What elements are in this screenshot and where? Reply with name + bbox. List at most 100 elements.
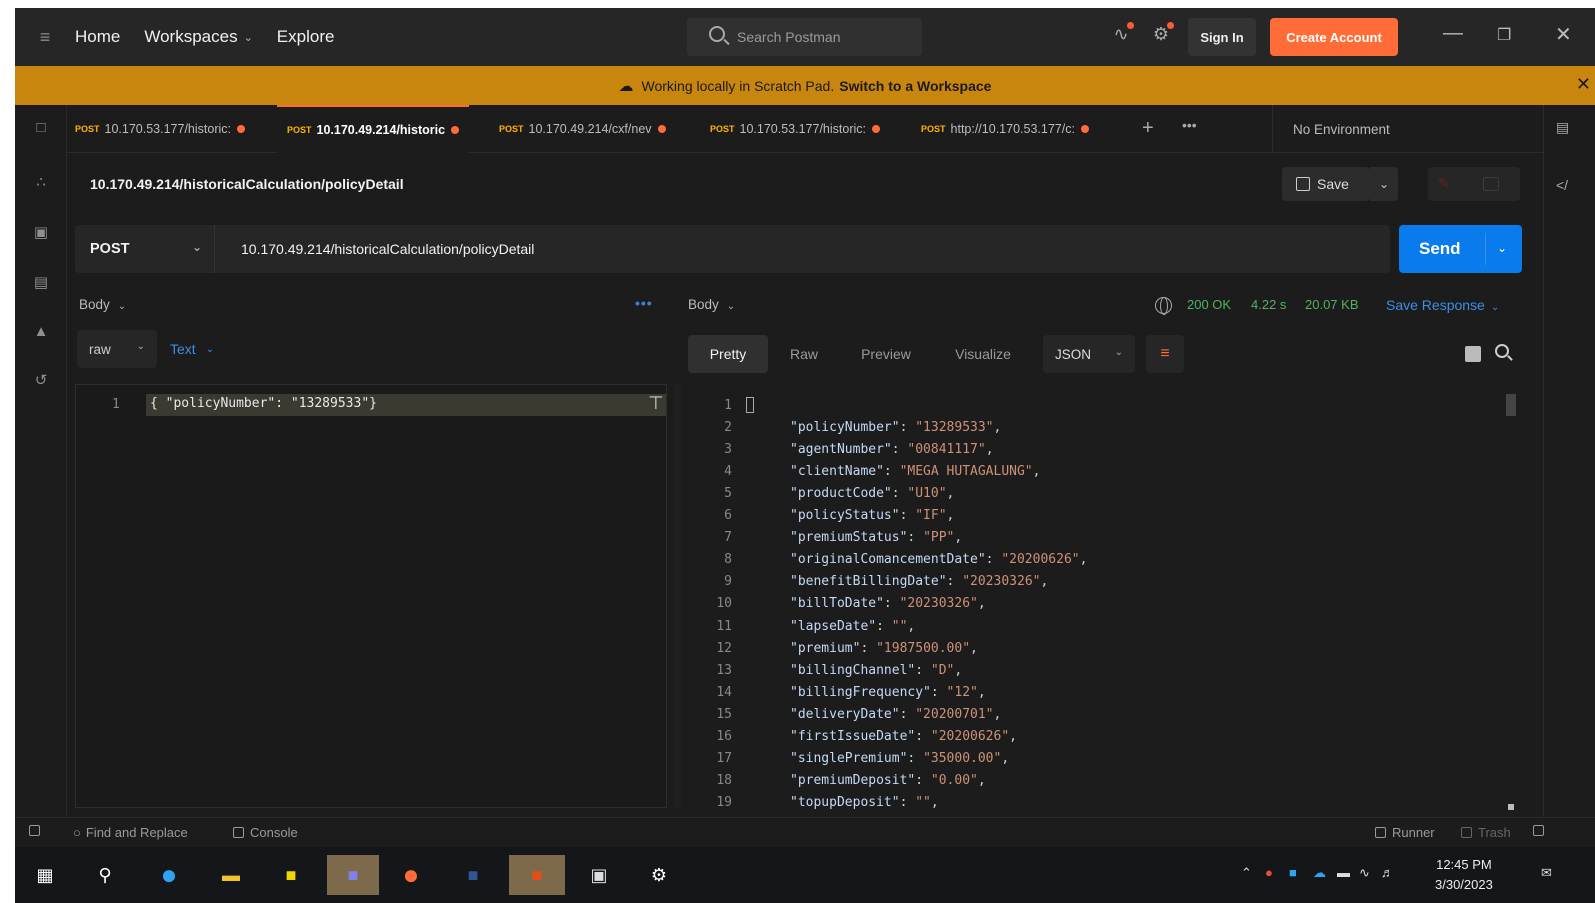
tray-app-icon[interactable]: ● bbox=[1265, 865, 1273, 880]
more-options-icon[interactable]: ••• bbox=[635, 295, 653, 311]
close-icon[interactable]: ✕ bbox=[1555, 22, 1572, 47]
layout-icon[interactable] bbox=[1533, 825, 1550, 836]
taskbar-clock[interactable]: 12:45 PM 3/30/2023 bbox=[1435, 855, 1493, 895]
new-tab-plus-icon[interactable]: + bbox=[1142, 117, 1154, 140]
json-value: "20200701" bbox=[915, 706, 994, 722]
banner-close-icon[interactable]: ✕ bbox=[1576, 74, 1591, 95]
environment-quicklook-icon[interactable]: ▤ bbox=[1556, 119, 1569, 136]
send-button[interactable]: Send ⌄ bbox=[1399, 225, 1522, 273]
left-scrollbar[interactable] bbox=[673, 384, 681, 808]
notifications-icon[interactable]: ✉ bbox=[1541, 865, 1552, 881]
json-value: "PP" bbox=[923, 530, 955, 546]
send-options-chevron-icon[interactable]: ⌄ bbox=[1497, 241, 1507, 255]
wifi-icon[interactable]: ∿ bbox=[1359, 865, 1370, 881]
request-tab[interactable]: POST http://10.170.53.177/c: bbox=[921, 105, 1089, 153]
satellite-icon[interactable]: ∿ bbox=[1108, 22, 1134, 50]
minimize-icon[interactable]: — bbox=[1443, 22, 1463, 45]
tab-visualize[interactable]: Visualize bbox=[938, 335, 1028, 373]
monitors-icon[interactable]: ▲ bbox=[31, 323, 51, 343]
apis-icon[interactable]: ∴ bbox=[31, 173, 51, 193]
search-placeholder: Search Postman bbox=[737, 29, 841, 45]
nav-explore[interactable]: Explore bbox=[277, 27, 335, 47]
find-replace-button[interactable]: ○ Find and Replace bbox=[73, 825, 188, 840]
search-icon[interactable] bbox=[1495, 344, 1509, 358]
office-icon[interactable]: ■ bbox=[509, 855, 565, 895]
nav-workspaces[interactable]: Workspaces ⌄ bbox=[144, 27, 252, 47]
line-number: 8 bbox=[724, 552, 732, 568]
save-button[interactable]: Save bbox=[1282, 167, 1370, 201]
mock-servers-icon[interactable]: ▤ bbox=[31, 273, 51, 293]
save-options-chevron-icon[interactable]: ⌄ bbox=[1370, 167, 1398, 201]
windows-start-icon[interactable]: ▦ bbox=[25, 855, 65, 895]
request-body-code[interactable]: { "policyNumber": "13289533"} bbox=[146, 394, 666, 416]
menu-icon[interactable]: ≡ bbox=[15, 27, 75, 48]
cloud-off-icon: ☁ bbox=[618, 77, 634, 95]
restore-icon[interactable]: ❐ bbox=[1497, 25, 1511, 45]
teams-icon[interactable]: ■ bbox=[327, 855, 379, 895]
body-type-select[interactable]: raw ⌄ bbox=[77, 330, 157, 368]
response-line: 15 "deliveryDate": "20200701", bbox=[688, 703, 1488, 725]
volume-icon[interactable]: ♬ bbox=[1381, 865, 1394, 880]
postman-icon[interactable]: ● bbox=[391, 855, 431, 895]
tab-pretty[interactable]: Pretty bbox=[688, 335, 768, 373]
request-tab[interactable]: POST 10.170.49.214/cxf/nev bbox=[499, 105, 666, 153]
word-icon[interactable]: ■ bbox=[453, 855, 493, 895]
tab-raw[interactable]: Raw bbox=[774, 335, 834, 373]
runner-button[interactable]: Runner bbox=[1375, 825, 1435, 840]
search-icon bbox=[709, 26, 725, 42]
response-format-select[interactable]: JSON ⌄ bbox=[1043, 335, 1135, 373]
toggle-sidebar-icon[interactable] bbox=[29, 825, 46, 836]
tray-app-icon[interactable]: ■ bbox=[1289, 865, 1297, 880]
settings-gear-icon[interactable]: ⚙ bbox=[1148, 22, 1174, 50]
unsaved-dot bbox=[872, 125, 880, 133]
console-button[interactable]: Console bbox=[233, 825, 298, 840]
file-explorer-icon[interactable]: ▬ bbox=[211, 855, 251, 895]
response-body-viewer[interactable]: 1 2 "policyNumber": "13289533", 3 "agentNumb… bbox=[688, 384, 1513, 816]
status-code[interactable]: 200 OK bbox=[1187, 297, 1231, 312]
request-tab[interactable]: POST 10.170.53.177/historic: bbox=[75, 105, 245, 153]
response-line: 2 "policyNumber": "13289533", bbox=[688, 416, 1488, 438]
json-value: "13289533" bbox=[915, 419, 994, 435]
create-account-button[interactable]: Create Account bbox=[1270, 18, 1398, 56]
sticky-notes-icon[interactable]: ■ bbox=[271, 855, 311, 895]
search-icon[interactable]: ⚲ bbox=[85, 855, 125, 895]
method-select[interactable]: POST ⌄ bbox=[75, 225, 215, 273]
comment-icon[interactable] bbox=[1483, 177, 1499, 191]
request-body-tab[interactable]: Body ⌄ bbox=[79, 297, 126, 312]
wrap-lines-icon[interactable]: ≡ bbox=[1146, 335, 1184, 373]
sign-in-button[interactable]: Sign In bbox=[1188, 18, 1256, 56]
collections-icon[interactable]: □ bbox=[31, 119, 51, 139]
body-format-select[interactable]: Text ⌄ bbox=[170, 330, 214, 368]
tray-chevron-up-icon[interactable]: ⌃ bbox=[1241, 865, 1252, 881]
pencil-icon[interactable]: ✎ bbox=[1438, 175, 1450, 192]
history-icon[interactable]: ↺ bbox=[31, 371, 51, 391]
request-tab-active[interactable]: POST 10.170.49.214/historic bbox=[277, 105, 470, 153]
code-icon[interactable]: </ bbox=[1556, 177, 1568, 193]
search-input[interactable]: Search Postman bbox=[687, 18, 922, 56]
request-body-editor[interactable]: 1 { "policyNumber": "13289533"} ⊤ bbox=[75, 384, 667, 808]
app-window-icon[interactable]: ▣ bbox=[579, 855, 619, 895]
trash-button[interactable]: Trash bbox=[1461, 825, 1511, 840]
environment-select[interactable]: No Environment⌄ bbox=[1272, 105, 1577, 153]
environments-icon[interactable]: ▣ bbox=[31, 223, 51, 243]
switch-workspace-link[interactable]: Switch to a Workspace bbox=[839, 78, 991, 94]
copy-icon[interactable] bbox=[1465, 346, 1481, 362]
globe-icon[interactable] bbox=[1155, 297, 1172, 315]
onedrive-icon[interactable]: ☁ bbox=[1313, 865, 1326, 881]
response-time[interactable]: 4.22 s bbox=[1251, 297, 1286, 312]
save-response-button[interactable]: Save Response ⌄ bbox=[1386, 297, 1499, 313]
response-body-tab[interactable]: Body ⌄ bbox=[688, 297, 735, 312]
network-icon[interactable]: ▬ bbox=[1337, 865, 1350, 880]
url-input[interactable]: 10.170.49.214/historicalCalculation/poli… bbox=[241, 225, 534, 273]
json-value: "" bbox=[891, 618, 908, 634]
request-tab[interactable]: POST 10.170.53.177/historic: bbox=[710, 105, 880, 153]
nav-home[interactable]: Home bbox=[75, 27, 120, 47]
more-tabs-icon[interactable]: ••• bbox=[1182, 117, 1197, 133]
response-size[interactable]: 20.07 KB bbox=[1305, 297, 1359, 312]
console-icon bbox=[233, 827, 244, 838]
edge-browser-icon[interactable]: ● bbox=[149, 855, 189, 895]
settings-gear-icon[interactable]: ⚙ bbox=[639, 855, 679, 895]
left-sidebar: □ ∴ ▣ ▤ ▲ ↺ bbox=[15, 105, 67, 825]
tab-preview[interactable]: Preview bbox=[846, 335, 926, 373]
response-scrollbar[interactable] bbox=[1505, 384, 1517, 816]
